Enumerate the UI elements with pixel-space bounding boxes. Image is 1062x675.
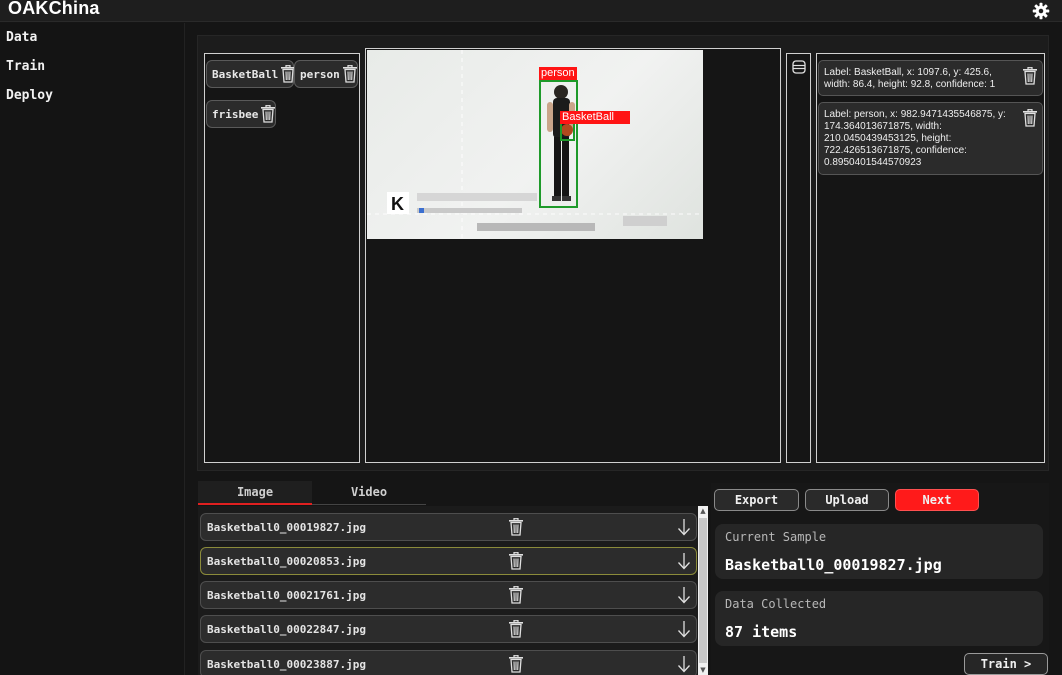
tab-image[interactable]: Image [198, 481, 312, 505]
train-button[interactable]: Train > [964, 653, 1048, 675]
bounding-box-person[interactable] [539, 80, 578, 208]
arrow-down-icon[interactable] [677, 620, 691, 638]
arrow-down-icon[interactable] [677, 586, 691, 604]
bounding-box-label: BasketBall [560, 111, 630, 124]
file-name: Basketball0_00022847.jpg [207, 623, 366, 636]
annotation-item[interactable]: Label: person, x: 982.9471435546875, y: … [818, 102, 1043, 175]
label-chip-text: person [300, 67, 340, 81]
scroll-up-icon[interactable]: ▲ [699, 506, 707, 516]
label-chip-text: frisbee [212, 107, 259, 121]
arrow-down-icon[interactable] [677, 518, 691, 536]
current-sample-label: Current Sample [725, 530, 827, 544]
trash-icon[interactable] [508, 620, 524, 638]
labels-panel: BasketBall person frisbee [204, 53, 360, 463]
sample-image[interactable]: K person BasketBall [367, 50, 703, 239]
trash-icon[interactable] [1022, 67, 1038, 85]
data-collected-value: 87 items [725, 623, 798, 641]
file-row[interactable]: Basketball0_00020853.jpg [200, 547, 697, 575]
sample-controls: Export Upload Next Current Sample Basket… [711, 483, 1049, 675]
database-icon[interactable] [792, 60, 806, 74]
app-title: OAKChina [8, 0, 100, 18]
label-chip-frisbee[interactable]: frisbee [206, 100, 276, 128]
next-button[interactable]: Next [895, 489, 979, 511]
export-button[interactable]: Export [714, 489, 799, 511]
file-row[interactable]: Basketball0_00023887.jpg [200, 650, 697, 675]
data-collected-card: Data Collected 87 items [715, 591, 1043, 646]
annotation-item[interactable]: Label: BasketBall, x: 1097.6, y: 425.6, … [818, 60, 1043, 96]
file-name: Basketball0_00019827.jpg [207, 521, 366, 534]
file-row[interactable]: Basketball0_00021761.jpg [200, 581, 697, 609]
arrow-down-icon[interactable] [677, 552, 691, 570]
bounding-box-label: person [539, 67, 577, 80]
sidebar-item-data[interactable]: Data [0, 23, 184, 52]
trash-icon[interactable] [508, 655, 524, 673]
file-name: Basketball0_00023887.jpg [207, 658, 366, 671]
upload-button[interactable]: Upload [805, 489, 889, 511]
current-sample-value: Basketball0_00019827.jpg [725, 556, 942, 574]
image-canvas[interactable]: K person BasketBall [365, 48, 781, 463]
top-bar: OAKChina [0, 0, 1062, 22]
trash-icon[interactable] [508, 586, 524, 604]
current-sample-card: Current Sample Basketball0_00019827.jpg [715, 524, 1043, 579]
file-list: Basketball0_00019827.jpg Basketball0_000… [198, 506, 708, 675]
file-list-scrollbar[interactable]: ▲ ▼ [698, 506, 708, 675]
media-tabs: Image Video [198, 481, 426, 505]
label-chip-basketball[interactable]: BasketBall [206, 60, 294, 88]
trash-icon[interactable] [1022, 109, 1038, 127]
trash-icon[interactable] [508, 552, 524, 570]
annotation-text: Label: person, x: 982.9471435546875, y: … [824, 109, 1006, 168]
tab-video[interactable]: Video [312, 481, 426, 505]
sidebar-item-train[interactable]: Train [0, 52, 184, 81]
scrollbar-thumb[interactable] [699, 518, 707, 663]
file-row[interactable]: Basketball0_00022847.jpg [200, 615, 697, 643]
image-scene: K [367, 50, 703, 239]
data-collected-label: Data Collected [725, 597, 827, 611]
scroll-down-icon[interactable]: ▼ [699, 665, 707, 675]
file-name: Basketball0_00020853.jpg [207, 555, 366, 568]
gear-icon[interactable] [1032, 2, 1050, 20]
trash-icon[interactable] [508, 518, 524, 536]
label-chip-text: BasketBall [212, 67, 279, 81]
arrow-down-icon[interactable] [677, 655, 691, 673]
annotation-toggle-panel [786, 53, 811, 463]
annotations-panel: Label: BasketBall, x: 1097.6, y: 425.6, … [816, 53, 1045, 463]
sidebar-item-deploy[interactable]: Deploy [0, 81, 184, 110]
label-chip-person[interactable]: person [294, 60, 358, 88]
file-row[interactable]: Basketball0_00019827.jpg [200, 513, 697, 541]
annotation-text: Label: BasketBall, x: 1097.6, y: 425.6, … [824, 67, 996, 90]
file-name: Basketball0_00021761.jpg [207, 589, 366, 602]
trash-icon[interactable] [260, 105, 276, 123]
annotation-workspace: BasketBall person frisbee K person Baske… [197, 35, 1049, 471]
trash-icon[interactable] [342, 65, 358, 83]
svg-text:K: K [391, 194, 404, 214]
sidebar: Data Train Deploy [0, 23, 185, 675]
